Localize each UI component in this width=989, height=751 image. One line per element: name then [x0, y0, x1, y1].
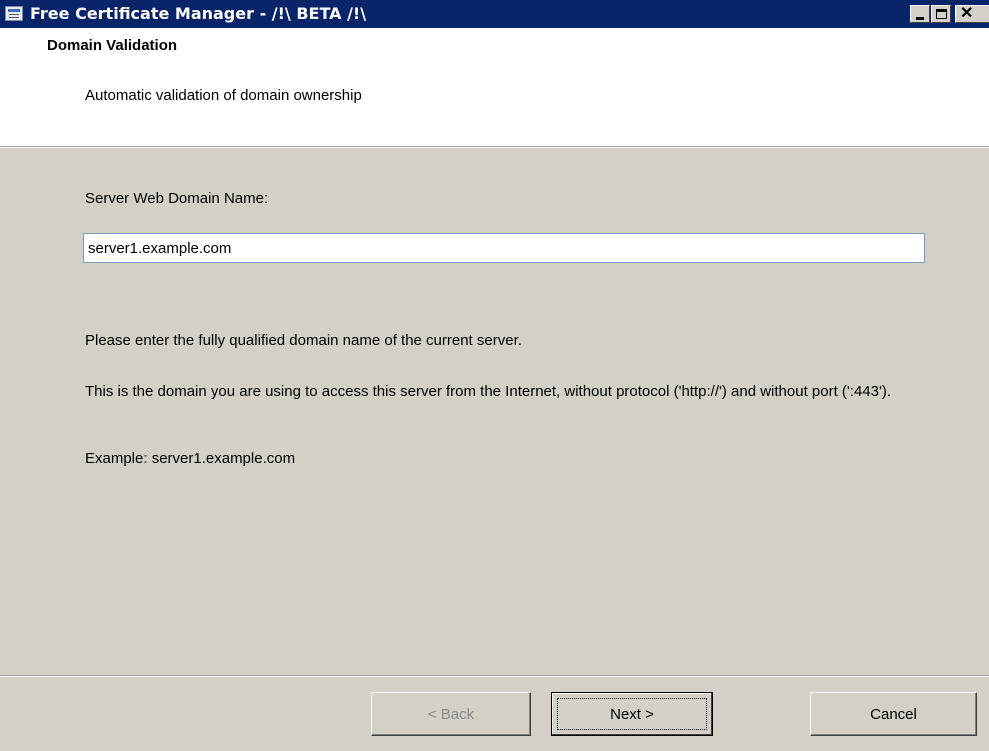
help-text-instruction: Please enter the fully qualified domain …: [85, 332, 522, 349]
cancel-button[interactable]: Cancel: [810, 692, 977, 736]
focus-rectangle: [557, 698, 707, 730]
page-subtitle: Automatic validation of domain ownership: [85, 87, 362, 104]
close-button[interactable]: ✕: [955, 5, 989, 23]
maximize-icon: [936, 9, 947, 19]
next-button[interactable]: Next >: [551, 692, 713, 736]
footer-divider-highlight: [0, 676, 989, 677]
help-text-example: Example: server1.example.com: [85, 450, 296, 467]
help-text-detail: This is the domain you are using to acce…: [85, 383, 892, 400]
domain-label: Server Web Domain Name:: [85, 190, 269, 207]
close-icon: ✕: [960, 5, 974, 22]
header-divider-highlight: [0, 147, 989, 148]
app-window-icon[interactable]: [5, 6, 23, 21]
title-bar[interactable]: Free Certificate Manager - /!\ BETA /!\ …: [0, 0, 989, 28]
minimize-button[interactable]: [910, 5, 930, 23]
minimize-icon: [916, 17, 924, 20]
maximize-button[interactable]: [931, 5, 951, 23]
page-title: Domain Validation: [47, 37, 178, 54]
window-title: Free Certificate Manager - /!\ BETA /!\: [30, 4, 367, 23]
domain-input[interactable]: [83, 233, 925, 263]
back-button[interactable]: < Back: [371, 692, 531, 736]
